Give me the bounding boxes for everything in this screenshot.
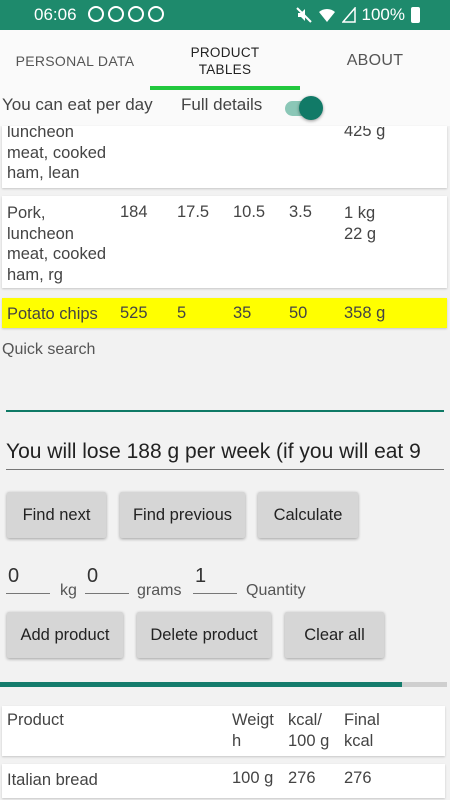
food-fat: 35 xyxy=(233,304,252,322)
quick-search-input[interactable] xyxy=(6,360,444,412)
food-carbs: 50 xyxy=(289,304,308,322)
food-kcal: 184 xyxy=(120,203,148,221)
quantity-unit-label: Quantity xyxy=(246,582,306,599)
header-product: Product xyxy=(7,711,64,729)
find-next-button[interactable]: Find next xyxy=(7,492,106,538)
cell-weight: 100 g xyxy=(232,769,274,787)
food-final-amount: 358 g xyxy=(344,304,386,322)
food-row[interactable]: luncheon meat, cooked ham, lean 425 g xyxy=(2,126,447,188)
calculate-button[interactable]: Calculate xyxy=(258,492,358,538)
food-name: Potato chips xyxy=(7,305,98,323)
tab-personal-data[interactable]: PERSONAL DATA xyxy=(0,30,150,92)
system-icons: 100% xyxy=(295,5,420,25)
grams-unit-label: grams xyxy=(137,582,182,599)
cell-kcal-per-100: 276 xyxy=(288,769,316,787)
clear-all-button[interactable]: Clear all xyxy=(285,612,384,658)
eat-per-day-label: You can eat per day xyxy=(2,95,153,114)
selected-table-header: Product Weigt h kcal/ 100 g Final kcal xyxy=(2,706,445,756)
progress-bar xyxy=(0,682,447,687)
header-final-kcal: Final kcal xyxy=(344,711,380,750)
tab-about[interactable]: ABOUT xyxy=(300,30,450,92)
wifi-icon xyxy=(318,8,335,22)
kg-unit-label: kg xyxy=(60,582,77,599)
full-details-label: Full details xyxy=(181,95,263,114)
kg-input[interactable] xyxy=(6,560,50,594)
find-previous-button[interactable]: Find previous xyxy=(120,492,245,538)
food-kcal: 525 xyxy=(120,304,148,322)
notification-icons xyxy=(88,6,164,22)
food-final-amount: 1 kg 22 g xyxy=(344,204,377,243)
quick-search-label: Quick search xyxy=(2,341,96,358)
add-product-button[interactable]: Add product xyxy=(7,612,123,658)
food-protein: 5 xyxy=(177,304,187,322)
food-carbs: 3.5 xyxy=(289,203,312,221)
food-protein: 17.5 xyxy=(177,203,210,221)
settings-row: You can eat per day Full details xyxy=(0,92,450,126)
app-notification-icon xyxy=(128,6,144,22)
sync-icon xyxy=(88,6,104,22)
header-kcal-per-100: kcal/ 100 g xyxy=(288,711,330,750)
weight-loss-message[interactable]: You will lose 188 g per week (if you wil… xyxy=(6,440,444,470)
delete-product-button[interactable]: Delete product xyxy=(137,612,271,658)
app-notification-icon xyxy=(148,6,164,22)
food-name: luncheon meat, cooked ham, lean xyxy=(7,126,107,182)
table-row[interactable]: Italian bread 100 g 276 276 xyxy=(2,764,445,798)
food-fat: 10.5 xyxy=(233,203,266,221)
tab-label: PERSONAL DATA xyxy=(15,53,135,69)
battery-percent: 100% xyxy=(361,5,405,24)
quantity-input[interactable] xyxy=(193,560,237,594)
full-details-toggle-knob[interactable] xyxy=(299,96,323,120)
signal-icon xyxy=(341,7,356,23)
tab-label: PRODUCT TABLES xyxy=(190,45,260,77)
food-name: Pork, luncheon meat, cooked ham, rg xyxy=(7,204,107,284)
app-notification-icon xyxy=(108,6,124,22)
grams-input[interactable] xyxy=(85,560,129,594)
battery-icon xyxy=(411,7,420,23)
status-time: 06:06 xyxy=(34,5,77,24)
food-row[interactable]: Pork, luncheon meat, cooked ham, rg 184 … xyxy=(2,196,447,288)
tab-product-tables[interactable]: PRODUCT TABLES xyxy=(150,30,300,92)
tab-label: ABOUT xyxy=(346,52,404,69)
food-row-highlighted[interactable]: Potato chips 525 5 35 50 358 g xyxy=(2,298,447,328)
tab-bar: PERSONAL DATA PRODUCT TABLES ABOUT xyxy=(0,30,450,92)
header-weight: Weigt h xyxy=(232,711,274,750)
cell-product: Italian bread xyxy=(7,771,98,789)
mute-icon xyxy=(295,7,312,23)
status-bar: 06:06 100% xyxy=(0,0,450,30)
progress-fill xyxy=(0,682,403,687)
tab-indicator xyxy=(150,86,300,90)
food-final-amount: 425 g xyxy=(344,126,386,140)
cell-final-kcal: 276 xyxy=(344,769,372,787)
